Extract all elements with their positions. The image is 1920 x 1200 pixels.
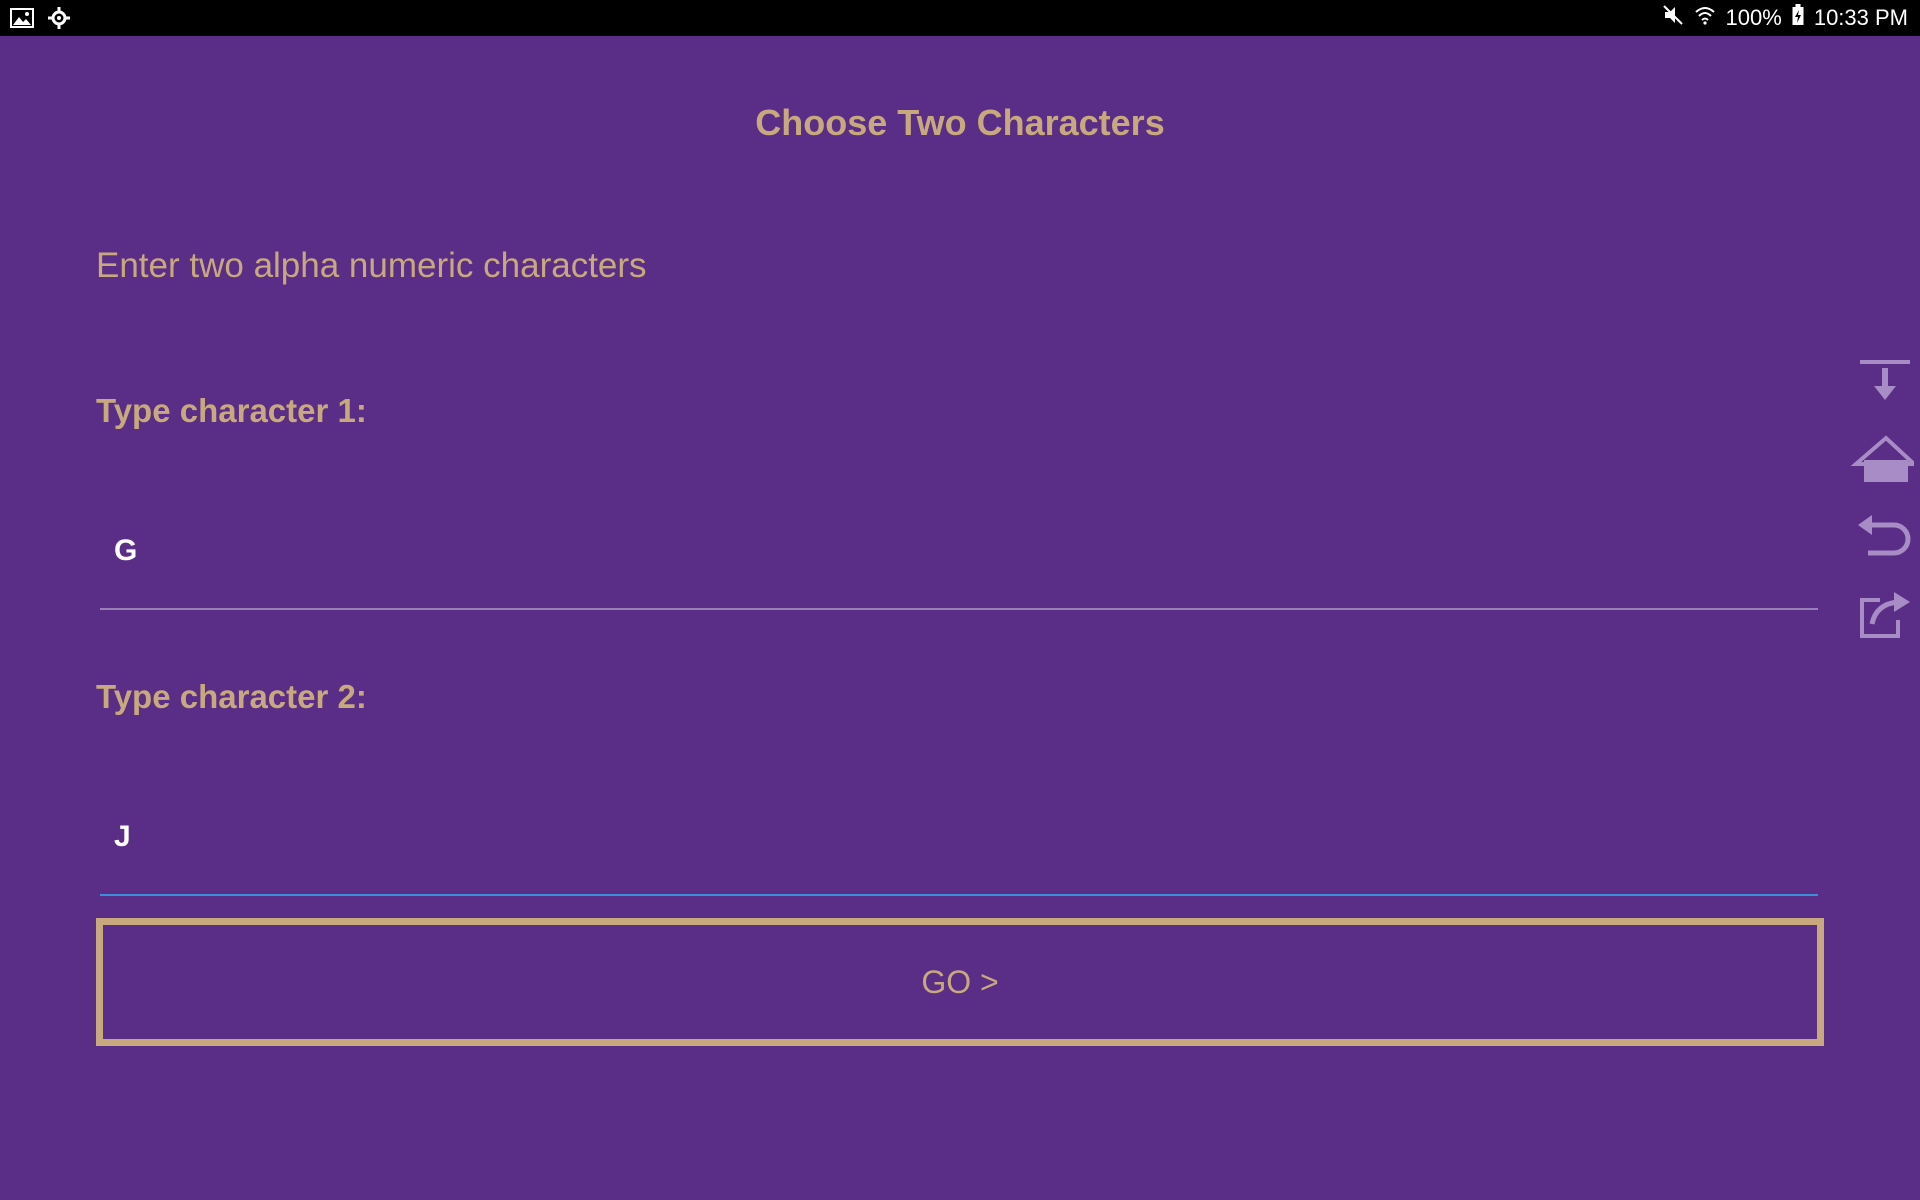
mute-icon <box>1662 4 1684 32</box>
status-bar-left <box>10 6 72 35</box>
status-bar: 100% 10:33 PM <box>0 0 1920 36</box>
character-2-input[interactable]: J <box>100 820 1818 896</box>
image-icon <box>10 7 34 34</box>
battery-percent: 100% <box>1725 5 1782 30</box>
character-1-label: Type character 1: <box>96 392 367 429</box>
page-title: Choose Two Characters <box>755 102 1165 143</box>
undo-icon[interactable] <box>1850 507 1914 571</box>
instruction-text: Enter two alpha numeric characters <box>96 246 647 285</box>
character-1-input[interactable]: G <box>100 534 1818 610</box>
status-time: 10:33 PM <box>1813 5 1908 30</box>
status-bar-right: 100% 10:33 PM <box>1662 0 1908 36</box>
character-2-value[interactable]: J <box>114 820 131 854</box>
character-1-value[interactable]: G <box>114 534 137 568</box>
wifi-icon <box>1694 4 1716 32</box>
battery-charging-icon <box>1792 4 1804 32</box>
share-icon[interactable] <box>1850 582 1914 646</box>
download-icon[interactable] <box>1850 352 1914 416</box>
go-button[interactable]: GO > <box>96 918 1824 1046</box>
home-icon[interactable] <box>1850 432 1920 496</box>
settings-gear-icon <box>46 6 72 35</box>
character-2-label: Type character 2: <box>96 678 367 715</box>
